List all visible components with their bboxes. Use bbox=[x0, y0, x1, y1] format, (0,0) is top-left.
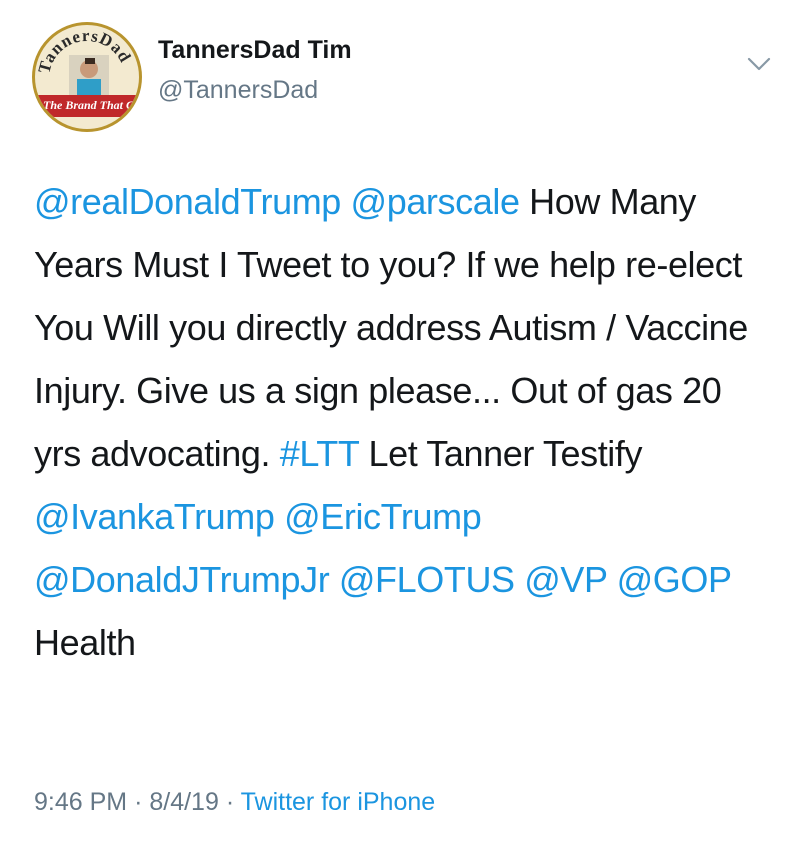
mention-link[interactable]: @FLOTUS bbox=[339, 559, 515, 600]
tweet-text-segment: Health bbox=[34, 622, 136, 663]
tweet-text-segment: Let Tanner Testify bbox=[358, 433, 643, 474]
avatar[interactable]: TannersDad The Brand That Ca bbox=[32, 22, 142, 132]
tweet-meta: 9:46 PM · 8/4/19 · Twitter for iPhone bbox=[34, 788, 435, 817]
mention-link[interactable]: @DonaldJTrumpJr bbox=[34, 559, 330, 600]
tweet-source-link[interactable]: Twitter for iPhone bbox=[241, 788, 436, 816]
chevron-down-icon[interactable] bbox=[747, 56, 771, 72]
mention-link[interactable]: @realDonaldTrump bbox=[34, 181, 341, 222]
display-name[interactable]: TannersDad Tim bbox=[158, 36, 352, 65]
tweet-date[interactable]: 8/4/19 bbox=[149, 788, 219, 816]
tweet-time: 9:46 PM bbox=[34, 788, 128, 816]
user-handle[interactable]: @TannersDad bbox=[158, 76, 318, 105]
avatar-banner-text: The Brand That Ca bbox=[43, 98, 141, 112]
mention-link[interactable]: @EricTrump bbox=[284, 496, 482, 537]
meta-separator: · bbox=[225, 788, 235, 816]
meta-separator: · bbox=[134, 788, 143, 816]
tweet-text-segment: How Many Years Must I Tweet to you? If w… bbox=[34, 181, 748, 474]
mention-link[interactable]: @IvankaTrump bbox=[34, 496, 275, 537]
mention-link[interactable]: @parscale bbox=[351, 181, 520, 222]
tweet-header: TannersDad The Brand That Ca TannersDad … bbox=[32, 22, 771, 132]
mention-link[interactable]: @VP bbox=[524, 559, 607, 600]
mention-link[interactable]: @GOP bbox=[617, 559, 732, 600]
tweet-text: @realDonaldTrump @parscale How Many Year… bbox=[34, 170, 774, 674]
hashtag-link[interactable]: #LTT bbox=[280, 433, 360, 474]
